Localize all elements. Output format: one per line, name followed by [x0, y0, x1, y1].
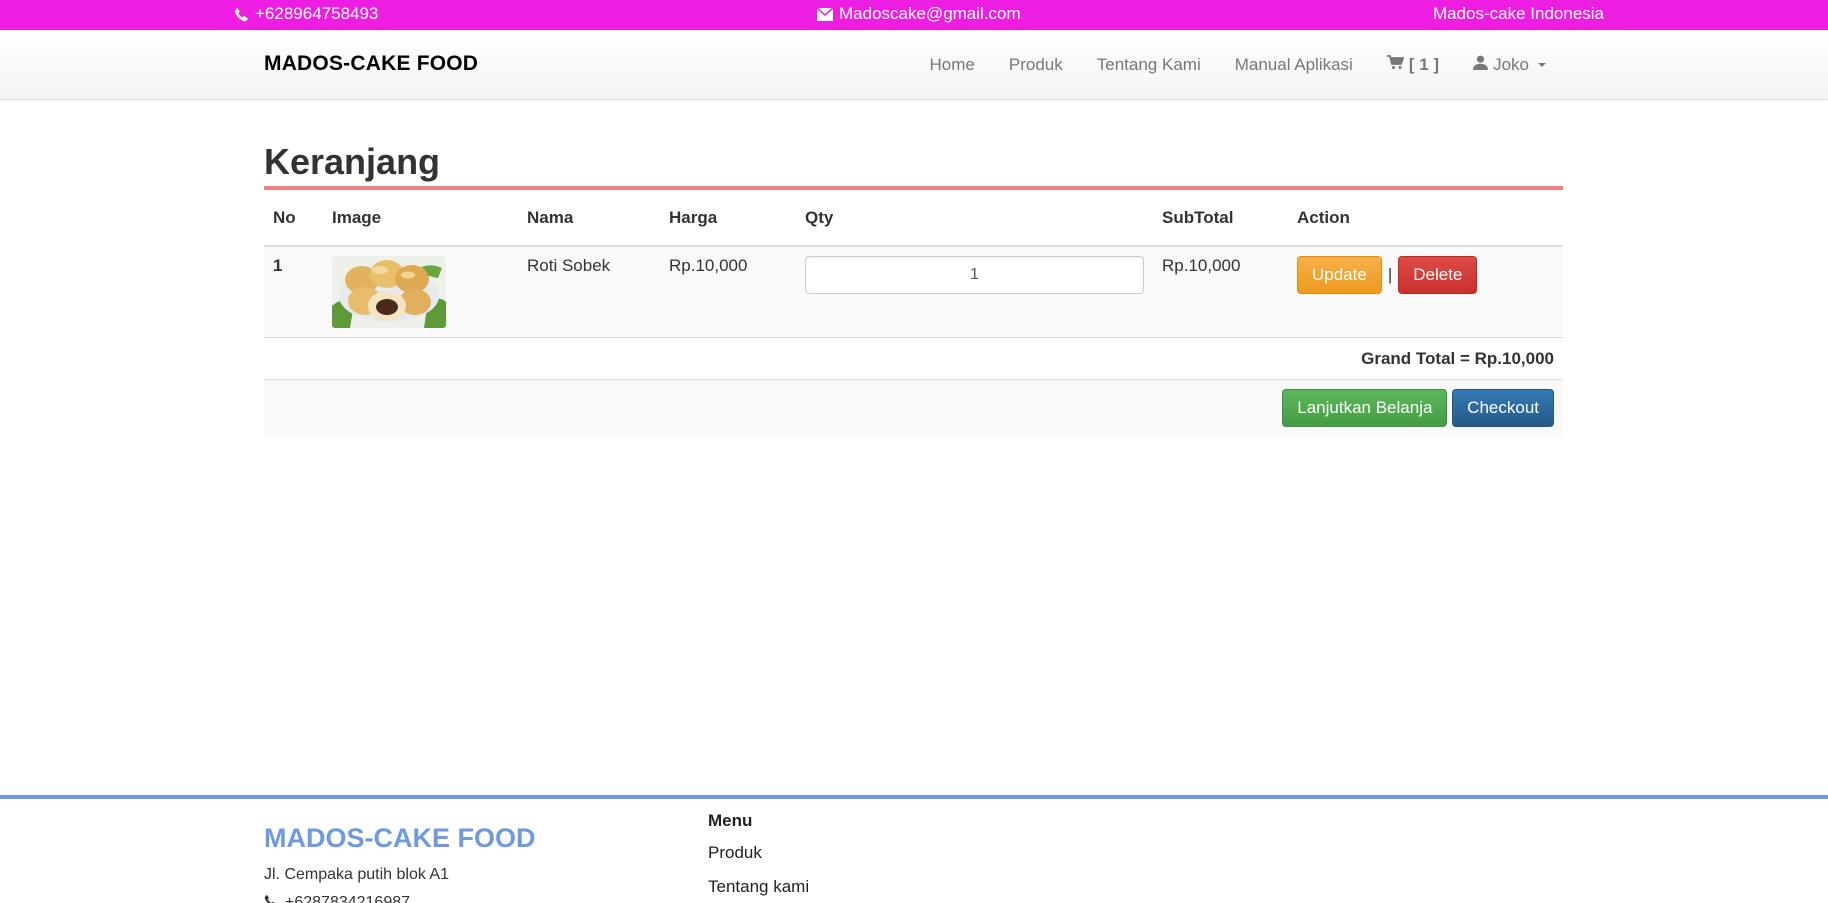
nav-home[interactable]: Home	[930, 55, 975, 75]
chevron-down-icon	[1538, 63, 1546, 67]
header-action: Action	[1288, 190, 1563, 247]
cart-icon	[1386, 55, 1405, 75]
row-no: 1	[264, 246, 323, 338]
phone-icon	[234, 7, 249, 22]
nav-produk[interactable]: Produk	[1009, 55, 1063, 75]
quantity-input[interactable]	[805, 256, 1144, 294]
footer-menu: Produk Tentang kami	[708, 843, 809, 903]
nav-tentang-kami[interactable]: Tentang Kami	[1097, 55, 1201, 75]
grand-total-row: Grand Total = Rp.10,000	[264, 337, 1563, 380]
header-harga: Harga	[660, 190, 796, 247]
footer-menu-tentang-kami[interactable]: Tentang kami	[708, 877, 809, 903]
phone-icon	[264, 894, 277, 903]
footer-phone: +6287834216987	[264, 894, 410, 903]
row-image-cell	[323, 246, 518, 338]
row-qty-cell	[796, 246, 1153, 338]
topbar-phone-text: +628964758493	[255, 4, 379, 23]
grand-total: Grand Total = Rp.10,000	[264, 337, 1563, 380]
footer-menu-produk[interactable]: Produk	[708, 843, 809, 877]
page-title: Keranjang	[264, 141, 441, 182]
navbar-brand[interactable]: MADOS-CAKE FOOD	[264, 52, 478, 76]
header-subtotal: SubTotal	[1153, 190, 1288, 247]
cart-table-header: No Image Nama Harga Qty SubTotal Action	[264, 190, 1563, 247]
product-image	[332, 256, 446, 328]
topbar-country: Mados-cake Indonesia	[1432, 4, 1604, 23]
update-button[interactable]: Update	[1297, 256, 1382, 294]
action-separator: |	[1387, 265, 1393, 284]
navbar: MADOS-CAKE FOOD Home Produk Tentang Kami…	[0, 30, 1828, 100]
row-actions: Update | Delete	[1288, 246, 1563, 338]
footer-phone-text: +6287834216987	[285, 894, 411, 903]
header-no: No	[264, 190, 323, 247]
continue-shopping-button[interactable]: Lanjutkan Belanja	[1282, 389, 1448, 428]
navbar-links: Home Produk Tentang Kami Manual Aplikasi…	[930, 30, 1546, 100]
footer-address: Jl. Cempaka putih blok A1	[264, 866, 449, 883]
top-info-bar: +628964758493 Madoscake@gmail.com Mados-…	[0, 0, 1828, 30]
header-image: Image	[323, 190, 518, 247]
checkout-button[interactable]: Checkout	[1452, 389, 1554, 428]
row-nama: Roti Sobek	[518, 246, 660, 338]
header-qty: Qty	[796, 190, 1153, 247]
user-name: Joko	[1493, 55, 1529, 74]
footer-brand: MADOS-CAKE FOOD	[264, 823, 536, 853]
nav-user-dropdown[interactable]: Joko	[1473, 55, 1546, 75]
topbar-email: Madoscake@gmail.com	[817, 4, 1021, 24]
footer-menu-title: Menu	[708, 811, 753, 830]
cart-actions-row: Lanjutkan Belanja Checkout	[264, 379, 1563, 437]
row-subtotal: Rp.10,000	[1153, 246, 1288, 338]
topbar-email-text: Madoscake@gmail.com	[839, 4, 1021, 23]
nav-manual-aplikasi[interactable]: Manual Aplikasi	[1235, 55, 1353, 75]
table-row: 1 Roti Sobek Rp.10,000 1 Rp.10,000 Updat…	[264, 246, 1563, 338]
cart-count: [ 1 ]	[1408, 55, 1440, 74]
cart-table: No Image Nama Harga Qty SubTotal Action …	[264, 190, 1563, 437]
footer: MADOS-CAKE FOOD Jl. Cempaka putih blok A…	[0, 795, 1828, 903]
delete-button[interactable]: Delete	[1398, 256, 1478, 294]
topbar-phone: +628964758493	[234, 4, 378, 24]
nav-cart[interactable]: [ 1 ]	[1386, 55, 1440, 75]
header-nama: Nama	[518, 190, 660, 247]
cart-actions: Lanjutkan Belanja Checkout	[264, 379, 1563, 437]
envelope-icon	[817, 7, 833, 21]
cart-section: Keranjang No Image Nama Harga Qty SubTot…	[264, 140, 1563, 437]
row-harga: Rp.10,000	[660, 246, 796, 338]
user-icon	[1473, 55, 1489, 75]
